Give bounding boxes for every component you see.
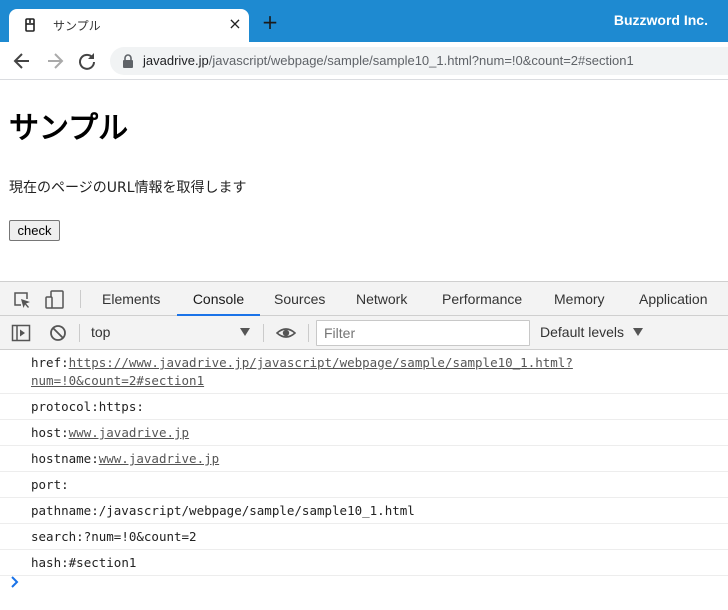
tab-performance[interactable]: Performance	[442, 282, 522, 316]
url-path: /javascript/webpage/sample/sample10_1.ht…	[208, 53, 634, 68]
devtools-tabbar: Elements Console Sources Network Perform…	[0, 281, 728, 316]
browser-tab[interactable]: サンプル ×	[9, 9, 249, 42]
device-icon[interactable]	[45, 290, 65, 310]
tab-strip: サンプル × + Buzzword Inc.	[0, 0, 728, 42]
page-description: 現在のページのURL情報を取得します	[9, 180, 247, 196]
console-message: hash:#section1	[0, 550, 728, 576]
console-message-label: search:	[31, 529, 84, 544]
browser-toolbar: javadrive.jp/javascript/webpage/sample/s…	[0, 42, 728, 80]
forward-icon[interactable]	[45, 51, 65, 71]
toolbar-divider	[263, 324, 264, 342]
console-message-label: href:	[31, 355, 69, 370]
console-message: search:?num=!0&count=2	[0, 524, 728, 550]
page-title: サンプル	[9, 111, 129, 146]
filter-input[interactable]	[316, 320, 530, 346]
tab-memory[interactable]: Memory	[554, 282, 605, 316]
console-message: port:	[0, 472, 728, 498]
brand-label: Buzzword Inc.	[613, 12, 708, 28]
console-message: pathname:/javascript/webpage/sample/samp…	[0, 498, 728, 524]
console-message: href:https://www.javadrive.jp/javascript…	[0, 350, 728, 394]
console-message-label: hostname:	[31, 451, 99, 466]
console-message-label: pathname:	[31, 503, 99, 518]
tab-elements[interactable]: Elements	[102, 282, 160, 316]
tab-close-button[interactable]: ×	[227, 15, 243, 33]
tab-title: サンプル	[53, 19, 101, 33]
console-message: hostname:www.javadrive.jp	[0, 446, 728, 472]
address-bar[interactable]: javadrive.jp/javascript/webpage/sample/s…	[110, 47, 728, 75]
chevron-down-icon[interactable]	[240, 328, 250, 336]
console-link[interactable]: www.javadrive.jp	[99, 451, 219, 466]
clear-console-icon[interactable]	[48, 323, 68, 343]
reload-icon[interactable]	[77, 51, 97, 71]
prompt-chevron-icon[interactable]	[10, 576, 20, 588]
console-message-label: protocol:	[31, 399, 99, 414]
tab-network[interactable]: Network	[356, 282, 407, 316]
console-toolbar: top Default levels	[0, 316, 728, 350]
console-link[interactable]: https://www.javadrive.jp/javascript/webp…	[31, 355, 573, 388]
console-message-value: https:	[98, 399, 144, 414]
context-select[interactable]: top	[91, 324, 110, 340]
inspect-icon[interactable]	[12, 290, 32, 310]
toolbar-divider	[80, 290, 81, 308]
check-button[interactable]: check	[9, 220, 60, 241]
console-link[interactable]: www.javadrive.jp	[69, 425, 189, 440]
new-tab-button[interactable]: +	[260, 11, 280, 33]
console-message-label: host:	[31, 425, 69, 440]
console-message: protocol:https:	[0, 394, 728, 420]
console-message-label: hash:	[31, 555, 69, 570]
eye-icon[interactable]	[276, 323, 296, 343]
page-favicon-icon	[25, 18, 35, 32]
url-text[interactable]: javadrive.jp/javascript/webpage/sample/s…	[143, 53, 634, 68]
console-output: href:https://www.javadrive.jp/javascript…	[0, 350, 728, 610]
chevron-down-icon[interactable]	[633, 328, 643, 336]
tab-console[interactable]: Console	[177, 282, 260, 316]
console-message: host:www.javadrive.jp	[0, 420, 728, 446]
url-host: javadrive.jp	[143, 53, 209, 68]
console-message-value: /javascript/webpage/sample/sample10_1.ht…	[98, 503, 415, 518]
tab-sources[interactable]: Sources	[274, 282, 325, 316]
console-message-value: ?num=!0&count=2	[83, 529, 197, 544]
toolbar-divider	[79, 324, 80, 342]
toolbar-divider	[308, 324, 309, 342]
log-levels-select[interactable]: Default levels	[540, 324, 624, 340]
sidebar-icon[interactable]	[11, 323, 31, 343]
console-message-label: port:	[31, 477, 69, 492]
tab-application[interactable]: Application	[639, 282, 708, 316]
lock-icon	[123, 54, 133, 68]
console-message-value: #section1	[68, 555, 137, 570]
back-icon[interactable]	[12, 51, 32, 71]
